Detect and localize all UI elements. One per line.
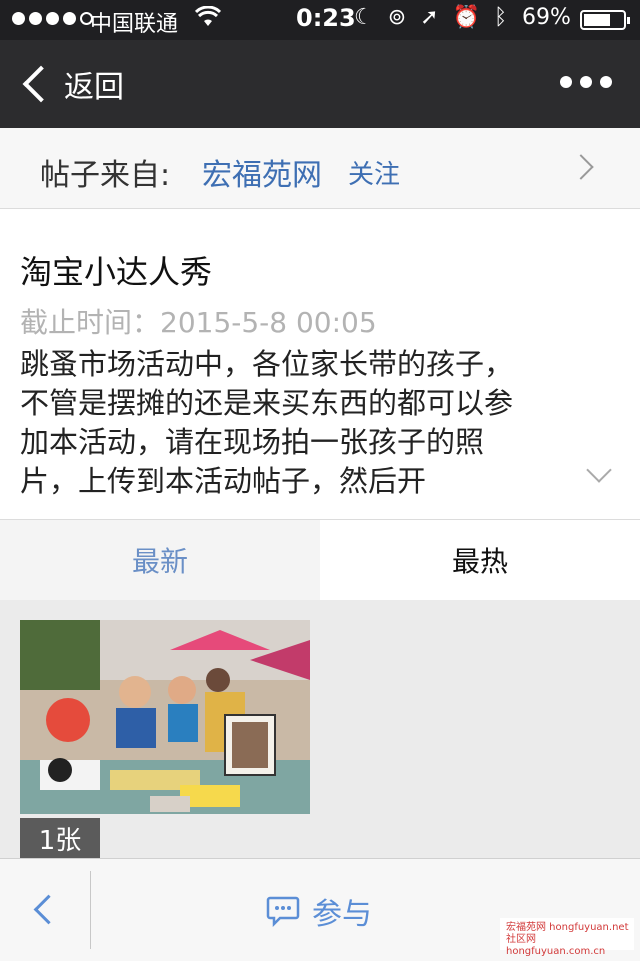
entry-card[interactable]: 1张	[20, 620, 310, 858]
bluetooth-icon: ᛒ	[494, 5, 508, 30]
entries-grid: 1张	[0, 600, 640, 858]
back-label: 返回	[64, 70, 124, 105]
sort-tabs: 最新 最热	[0, 520, 640, 600]
wifi-icon	[194, 5, 222, 34]
more-options-button[interactable]	[560, 76, 612, 88]
source-site-link[interactable]: 宏福苑网	[202, 150, 322, 194]
join-label: 参与	[312, 897, 372, 932]
carrier-name: 中国联通	[90, 12, 179, 37]
tab-latest[interactable]: 最新	[0, 520, 320, 600]
follow-button[interactable]: 关注	[348, 154, 400, 191]
more-dot-icon	[580, 76, 592, 88]
post-title: 淘宝小达人秀	[20, 253, 213, 291]
expand-chevron-icon[interactable]	[586, 457, 612, 483]
battery-icon	[580, 10, 630, 30]
post-source-row[interactable]: 帖子来自: 宏福苑网 关注	[0, 128, 640, 209]
more-dot-icon	[600, 76, 612, 88]
clock-time: 0:23	[296, 4, 356, 32]
photo-count-badge: 1张	[20, 818, 100, 858]
battery-percent: 69%	[522, 5, 571, 30]
location-icon: ➚	[420, 5, 439, 30]
watermark: 宏福苑网 hongfuyuan.net 社区网 hongfuyuan.com.c…	[500, 918, 634, 957]
bottom-back-button[interactable]	[33, 894, 64, 925]
post-body: 跳蚤市场活动中，各位家长带的孩子，不管是摆摊的还是来买东西的都可以参加本活动，请…	[20, 347, 514, 498]
comment-icon	[266, 896, 300, 927]
tab-hottest[interactable]: 最热	[320, 520, 640, 600]
moon-icon: ☾	[354, 5, 374, 30]
watermark-line-2: 社区网 hongfuyuan.com.cn	[506, 934, 606, 957]
chevron-left-icon	[22, 65, 60, 103]
alarm-icon: ⏰	[452, 5, 481, 30]
more-dot-icon	[560, 76, 572, 88]
signal-strength-icon	[12, 12, 93, 25]
source-prefix: 帖子来自:	[40, 158, 171, 193]
watermark-line-1: 宏福苑网 hongfuyuan.net	[506, 922, 629, 933]
entry-photo	[20, 620, 310, 814]
chevron-right-icon	[568, 154, 594, 180]
join-button[interactable]: 参与	[266, 889, 372, 933]
navigation-bar: 返回	[0, 40, 640, 128]
status-bar: 中国联通 0:23 ☾ ⊚ ➚ ⏰ ᛒ 69%	[0, 0, 640, 40]
orientation-lock-icon: ⊚	[387, 5, 407, 30]
post-deadline: 截止时间：2015-5-8 00:05	[20, 306, 377, 339]
toolbar-divider	[90, 871, 91, 949]
back-button[interactable]: 返回	[20, 62, 124, 106]
post-card: 淘宝小达人秀 截止时间：2015-5-8 00:05 跳蚤市场活动中，各位家长带…	[0, 209, 640, 520]
